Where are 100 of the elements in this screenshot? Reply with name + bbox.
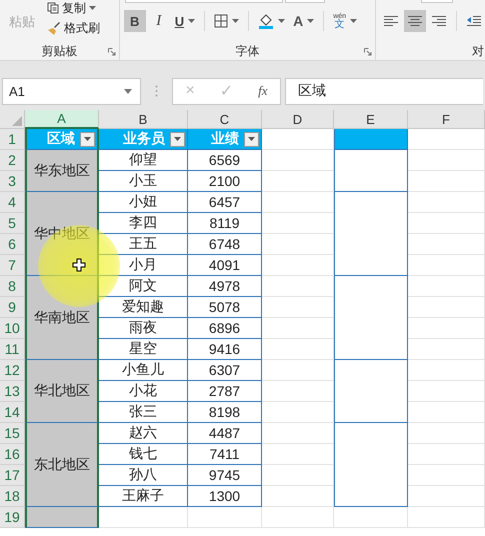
table-cell: 8198 xyxy=(188,402,262,423)
table-cell: 赵六 xyxy=(99,423,188,444)
group-label: 字体 xyxy=(235,42,260,60)
table-cell: 爱知趣 xyxy=(99,297,188,318)
table-cell: 4091 xyxy=(188,255,262,276)
align-left-icon xyxy=(383,15,399,27)
caret-icon xyxy=(174,137,181,141)
row-header[interactable]: 16 xyxy=(0,444,25,465)
empty-cell xyxy=(262,150,334,171)
empty-cell xyxy=(262,297,334,318)
filter-button[interactable] xyxy=(80,132,95,146)
row-header[interactable]: 13 xyxy=(0,381,25,402)
region-cell: 华东地区 xyxy=(25,150,99,192)
row-header[interactable]: 5 xyxy=(0,213,25,234)
borders-icon xyxy=(214,14,228,28)
table-cell: 6569 xyxy=(188,150,262,171)
table-cell: 4978 xyxy=(188,276,262,297)
column-header[interactable]: F xyxy=(408,110,485,129)
header-text: 业绩 xyxy=(211,130,239,148)
brush-icon xyxy=(47,21,61,35)
empty-cell xyxy=(262,213,334,234)
column-header[interactable]: D xyxy=(262,110,334,129)
table-cell: 6896 xyxy=(188,318,262,339)
decrease-indent-icon xyxy=(466,15,482,27)
table-cell: 4487 xyxy=(188,423,262,444)
table-cell: 1300 xyxy=(188,486,262,507)
row-header[interactable]: 14 xyxy=(0,402,25,423)
empty-cell xyxy=(262,402,334,423)
underline-button[interactable]: U xyxy=(172,10,198,32)
insert-function-button[interactable]: fx xyxy=(258,83,268,99)
table-cell: 钱七 xyxy=(99,444,188,465)
row-header[interactable]: 15 xyxy=(0,423,25,444)
column-header[interactable]: A xyxy=(25,110,99,129)
caret-icon xyxy=(124,88,132,94)
table-cell: 小鱼儿 xyxy=(99,360,188,381)
table-cell: 8119 xyxy=(188,213,262,234)
empty-cell xyxy=(262,381,334,402)
region-cell: 华中地区 xyxy=(25,192,99,276)
filter-button[interactable] xyxy=(244,132,259,146)
column-header[interactable]: C xyxy=(188,110,262,129)
empty-cell xyxy=(262,171,334,192)
align-center-button[interactable] xyxy=(404,10,426,32)
column-header[interactable]: E xyxy=(334,110,408,129)
formula-field[interactable]: 区域 xyxy=(285,78,483,104)
empty-cell xyxy=(262,192,334,213)
row-header[interactable]: 6 xyxy=(0,234,25,255)
table-cell: 6748 xyxy=(188,234,262,255)
dialog-launcher-icon[interactable] xyxy=(364,48,372,56)
column-header[interactable]: B xyxy=(99,110,188,129)
empty-cell xyxy=(262,339,334,360)
table-cell: 雨夜 xyxy=(99,318,188,339)
align-right-icon xyxy=(431,15,447,27)
empty-cell xyxy=(262,465,334,486)
caret-icon xyxy=(248,137,255,141)
row-header[interactable]: 12 xyxy=(0,360,25,381)
region-cell: 东北地区 xyxy=(25,423,99,507)
row-header[interactable]: 2 xyxy=(0,150,25,171)
row-header[interactable]: 9 xyxy=(0,297,25,318)
row-header[interactable]: 17 xyxy=(0,465,25,486)
table-cell: 星空 xyxy=(99,339,188,360)
empty-cell xyxy=(262,444,334,465)
table-cell: 5078 xyxy=(188,297,262,318)
row-header[interactable]: 19 xyxy=(0,507,25,528)
filter-button[interactable] xyxy=(170,132,185,146)
row-header[interactable]: 7 xyxy=(0,255,25,276)
table-cell: 阿文 xyxy=(99,276,188,297)
table-cell: 6307 xyxy=(188,360,262,381)
name-box[interactable]: A1 xyxy=(2,78,141,104)
caret-icon xyxy=(84,137,91,141)
table-cell: 9416 xyxy=(188,339,262,360)
row-header[interactable]: 10 xyxy=(0,318,25,339)
header-text: 区域 xyxy=(47,130,75,148)
paint-bucket-icon xyxy=(258,13,274,29)
group-label: 剪贴板 xyxy=(41,42,78,60)
row-header[interactable]: 8 xyxy=(0,276,25,297)
empty-cell xyxy=(262,360,334,381)
table-cell: 仰望 xyxy=(99,150,188,171)
row-header[interactable]: 1 xyxy=(0,129,25,150)
cell-cursor-icon xyxy=(72,258,86,272)
table-cell: 王麻子 xyxy=(99,486,188,507)
group-label: 对 xyxy=(472,42,484,60)
table-cell: 小月 xyxy=(99,255,188,276)
row-header[interactable]: 3 xyxy=(0,171,25,192)
table-cell: 小花 xyxy=(99,381,188,402)
empty-cell xyxy=(262,423,334,444)
align-center-icon xyxy=(407,15,423,27)
bold-button[interactable]: B xyxy=(124,10,146,32)
italic-button[interactable]: I xyxy=(148,10,170,32)
font-size-field[interactable] xyxy=(284,0,325,3)
dialog-launcher-icon[interactable] xyxy=(108,48,116,56)
row-header[interactable]: 11 xyxy=(0,339,25,360)
row-header[interactable]: 18 xyxy=(0,486,25,507)
copy-button[interactable]: 复制 xyxy=(44,0,103,17)
font-color-button[interactable]: A xyxy=(290,10,318,32)
row-header[interactable]: 4 xyxy=(0,192,25,213)
format-painter-button[interactable]: 格式刷 xyxy=(44,19,103,37)
empty-cell xyxy=(262,486,334,507)
grip-icon[interactable] xyxy=(155,85,158,97)
font-name-field[interactable] xyxy=(124,0,283,3)
empty-cell xyxy=(262,234,334,255)
